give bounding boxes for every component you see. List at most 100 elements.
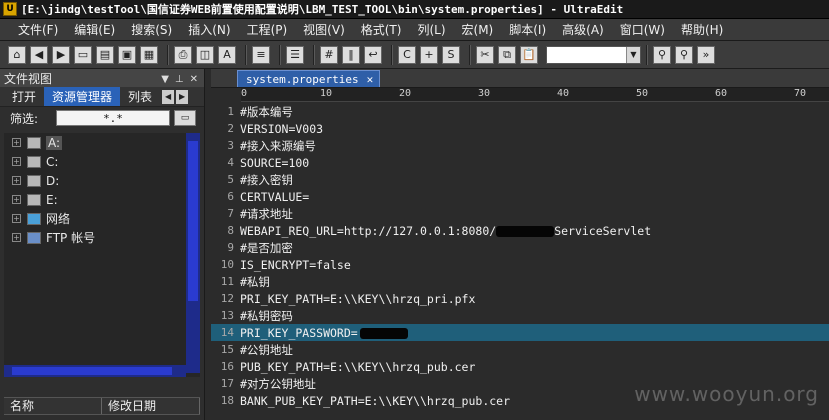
- print-preview-icon[interactable]: ◫: [196, 45, 214, 64]
- ruler-mark: 70: [794, 88, 807, 99]
- list-icon[interactable]: ≡: [252, 45, 270, 64]
- column-header[interactable]: 修改日期: [102, 398, 200, 414]
- menu-item[interactable]: 文件(F): [18, 21, 58, 38]
- print-icon[interactable]: ⎙: [174, 45, 192, 64]
- menu-item[interactable]: 视图(V): [303, 21, 345, 38]
- menu-item[interactable]: 列(L): [417, 21, 445, 38]
- menu-item[interactable]: 编辑(E): [74, 21, 115, 38]
- line-number: 13: [220, 309, 234, 322]
- line-text: PRI_KEY_PATH=E:\\KEY\\hrzq_pri.pfx: [237, 292, 475, 306]
- filter-input[interactable]: *.*: [56, 110, 170, 126]
- menu-item[interactable]: 窗口(W): [620, 21, 665, 38]
- close-icon[interactable]: ✕: [190, 74, 198, 85]
- spell-check-icon[interactable]: S: [442, 45, 460, 64]
- close-tab-icon[interactable]: ✕: [367, 73, 374, 86]
- editor-line[interactable]: 6 CERTVALUE=: [211, 188, 829, 205]
- pin-icon[interactable]: ⊥: [175, 74, 184, 85]
- menu-item[interactable]: 工程(P): [247, 21, 288, 38]
- menu-item[interactable]: 宏(M): [462, 21, 494, 38]
- compile-icon[interactable]: C: [398, 45, 416, 64]
- editor-line[interactable]: 3 #接入来源编号: [211, 137, 829, 154]
- editor-line[interactable]: 16 PUB_KEY_PATH=E:\\KEY\\hrzq_pub.cer: [211, 358, 829, 375]
- tab-scroll-left-icon[interactable]: ◀: [162, 89, 175, 104]
- tab-system-properties[interactable]: system.properties ✕: [237, 70, 381, 87]
- find-next-icon[interactable]: ⚲: [675, 45, 693, 64]
- save-all-icon[interactable]: ▦: [140, 45, 158, 64]
- menu-item[interactable]: 插入(N): [188, 21, 230, 38]
- hex-mode-icon[interactable]: #: [320, 45, 338, 64]
- menu-item[interactable]: 搜索(S): [131, 21, 172, 38]
- tree-item[interactable]: + A:: [4, 133, 200, 152]
- scrollbar-thumb[interactable]: [12, 367, 172, 375]
- open-folder-icon[interactable]: ▤: [96, 45, 114, 64]
- editor-line[interactable]: 14 PRI_KEY_PASSWORD=: [211, 324, 829, 341]
- editor-line[interactable]: 11 #私钥: [211, 273, 829, 290]
- editor-line[interactable]: 2 VERSION=V003: [211, 120, 829, 137]
- menu-item[interactable]: 高级(A): [562, 21, 604, 38]
- paste-icon[interactable]: 📋: [520, 45, 538, 64]
- line-text: #请求地址: [237, 206, 293, 222]
- save-icon[interactable]: ▣: [118, 45, 136, 64]
- line-text: #私钥: [237, 274, 270, 290]
- editor-line[interactable]: 13 #私钥密码: [211, 307, 829, 324]
- browse-folder-icon[interactable]: ▭: [174, 110, 196, 126]
- copy-icon[interactable]: ⧉: [498, 45, 516, 64]
- tree-item-label: 网络: [46, 212, 71, 226]
- editor-text[interactable]: 1 #版本编号 2 VERSION=V003 3 #接入来源编号 4 SOURCE=100 5 #…: [211, 103, 829, 409]
- tree-item[interactable]: + C:: [4, 152, 200, 171]
- toolbar-overflow-icon[interactable]: »: [697, 45, 715, 64]
- tree-item[interactable]: + E:: [4, 190, 200, 209]
- redacted-block: [359, 327, 408, 339]
- menu-item[interactable]: 格式(T): [361, 21, 402, 38]
- new-file-icon[interactable]: ▭: [74, 45, 92, 64]
- word-wrap-icon[interactable]: ↩: [364, 45, 382, 64]
- dropdown-icon[interactable]: ▼: [161, 74, 169, 85]
- search-combo[interactable]: ▼: [546, 45, 641, 64]
- tree-item-label: E:: [46, 192, 58, 207]
- editor-line[interactable]: 10 IS_ENCRYPT=false: [211, 256, 829, 273]
- editor-line[interactable]: 1 #版本编号: [211, 103, 829, 120]
- expand-icon[interactable]: +: [12, 214, 21, 223]
- tree-item[interactable]: + FTP 帐号: [4, 228, 200, 247]
- tree-horizontal-scrollbar[interactable]: [4, 365, 186, 377]
- editor-line[interactable]: 12 PRI_KEY_PATH=E:\\KEY\\hrzq_pri.pfx: [211, 290, 829, 307]
- column-header[interactable]: 名称: [4, 398, 102, 414]
- toolbar-separator: [646, 44, 648, 65]
- tab-scroll-right-icon[interactable]: ▶: [176, 89, 189, 104]
- editor-line[interactable]: 15 #公钥地址: [211, 341, 829, 358]
- add-icon[interactable]: +: [420, 45, 438, 64]
- forward-arrow-icon[interactable]: ▶: [52, 45, 70, 64]
- redacted-block: [496, 225, 555, 237]
- tree-item[interactable]: + D:: [4, 171, 200, 190]
- file-view-tab[interactable]: 打开: [4, 87, 44, 106]
- editor-line[interactable]: 7 #请求地址: [211, 205, 829, 222]
- expand-icon[interactable]: +: [12, 195, 21, 204]
- menu-item[interactable]: 帮助(H): [681, 21, 723, 38]
- expand-icon[interactable]: +: [12, 157, 21, 166]
- menu-item[interactable]: 脚本(I): [509, 21, 546, 38]
- line-content: #公钥地址: [240, 342, 293, 357]
- back-arrow-icon[interactable]: ◀: [30, 45, 48, 64]
- chevron-down-icon[interactable]: ▼: [626, 46, 640, 63]
- expand-icon[interactable]: +: [12, 138, 21, 147]
- expand-icon[interactable]: +: [12, 233, 21, 242]
- font-icon[interactable]: A: [218, 45, 236, 64]
- file-view-tab[interactable]: 列表: [120, 87, 160, 106]
- editor-line[interactable]: 4 SOURCE=100: [211, 154, 829, 171]
- tree-vertical-scrollbar[interactable]: [186, 133, 200, 373]
- cut-icon[interactable]: ✂: [476, 45, 494, 64]
- expand-icon[interactable]: +: [12, 176, 21, 185]
- editor-line[interactable]: 8 WEBAPI_REQ_URL=http://127.0.0.1:8080/Se…: [211, 222, 829, 239]
- scrollbar-thumb[interactable]: [188, 141, 198, 301]
- find-icon[interactable]: ⚲: [653, 45, 671, 64]
- file-view-panel: 文件视图 ▼ ⊥ ✕ 打开 资源管理器 列表 ◀ ▶ 筛选: *.* ▭ + A: + C: + D:…: [0, 69, 205, 420]
- editor-line[interactable]: 5 #接入密钥: [211, 171, 829, 188]
- document-icon[interactable]: ☰: [286, 45, 304, 64]
- editor-line[interactable]: 9 #是否加密: [211, 239, 829, 256]
- column-mode-icon[interactable]: ‖: [342, 45, 360, 64]
- tree-item[interactable]: + 网络: [4, 209, 200, 228]
- file-view-tab[interactable]: 资源管理器: [44, 87, 121, 106]
- toolbar-separator: [279, 44, 281, 65]
- title-bar: U [E:\jindg\testTool\国信证券WEB前置使用配置说明\LBM…: [0, 0, 829, 19]
- home-icon[interactable]: ⌂: [8, 45, 26, 64]
